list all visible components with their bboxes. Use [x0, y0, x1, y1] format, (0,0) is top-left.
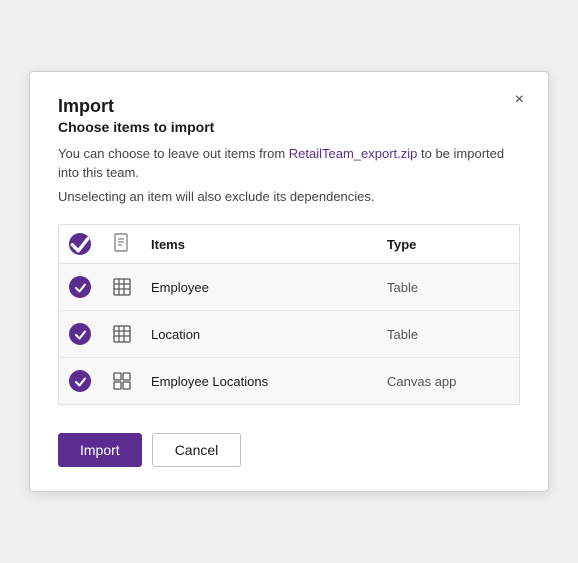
import-dialog: Import × Choose items to import You can … — [29, 71, 549, 493]
table-row: Employee Table — [59, 264, 519, 311]
subtitle-line2: You can choose to leave out items from R… — [58, 144, 520, 183]
table-row: Employee Locations Canvas app — [59, 358, 519, 404]
row-name: Employee — [143, 280, 379, 295]
close-button[interactable]: × — [509, 90, 530, 110]
table-header: Items Type — [59, 225, 519, 264]
row-name: Employee Locations — [143, 374, 379, 389]
table-icon — [101, 325, 143, 343]
dialog-footer: Import Cancel — [58, 433, 520, 467]
subtitle-section: Choose items to import You can choose to… — [58, 117, 520, 207]
row-checkbox-employee[interactable] — [59, 276, 101, 298]
subtitle-line1: Choose items to import — [58, 117, 520, 138]
items-table: Items Type Employe — [58, 224, 520, 405]
header-checkbox[interactable] — [59, 233, 101, 255]
table-row: Location Table — [59, 311, 519, 358]
subtitle-line3: Unselecting an item will also exclude it… — [58, 187, 520, 207]
import-button[interactable]: Import — [58, 433, 142, 467]
dialog-title: Import — [58, 96, 114, 116]
header-icon-col — [101, 233, 143, 255]
file-link: RetailTeam_export.zip — [289, 146, 418, 161]
row-type: Canvas app — [379, 374, 519, 389]
row-checkbox-employee-locations[interactable] — [59, 370, 101, 392]
row-type: Table — [379, 327, 519, 342]
table-icon — [101, 278, 143, 296]
row-name: Location — [143, 327, 379, 342]
row-checkbox-location[interactable] — [59, 323, 101, 345]
col-items-header: Items — [143, 237, 379, 252]
cancel-button[interactable]: Cancel — [152, 433, 242, 467]
row-type: Table — [379, 280, 519, 295]
canvas-icon — [101, 372, 143, 390]
col-type-header: Type — [379, 237, 519, 252]
